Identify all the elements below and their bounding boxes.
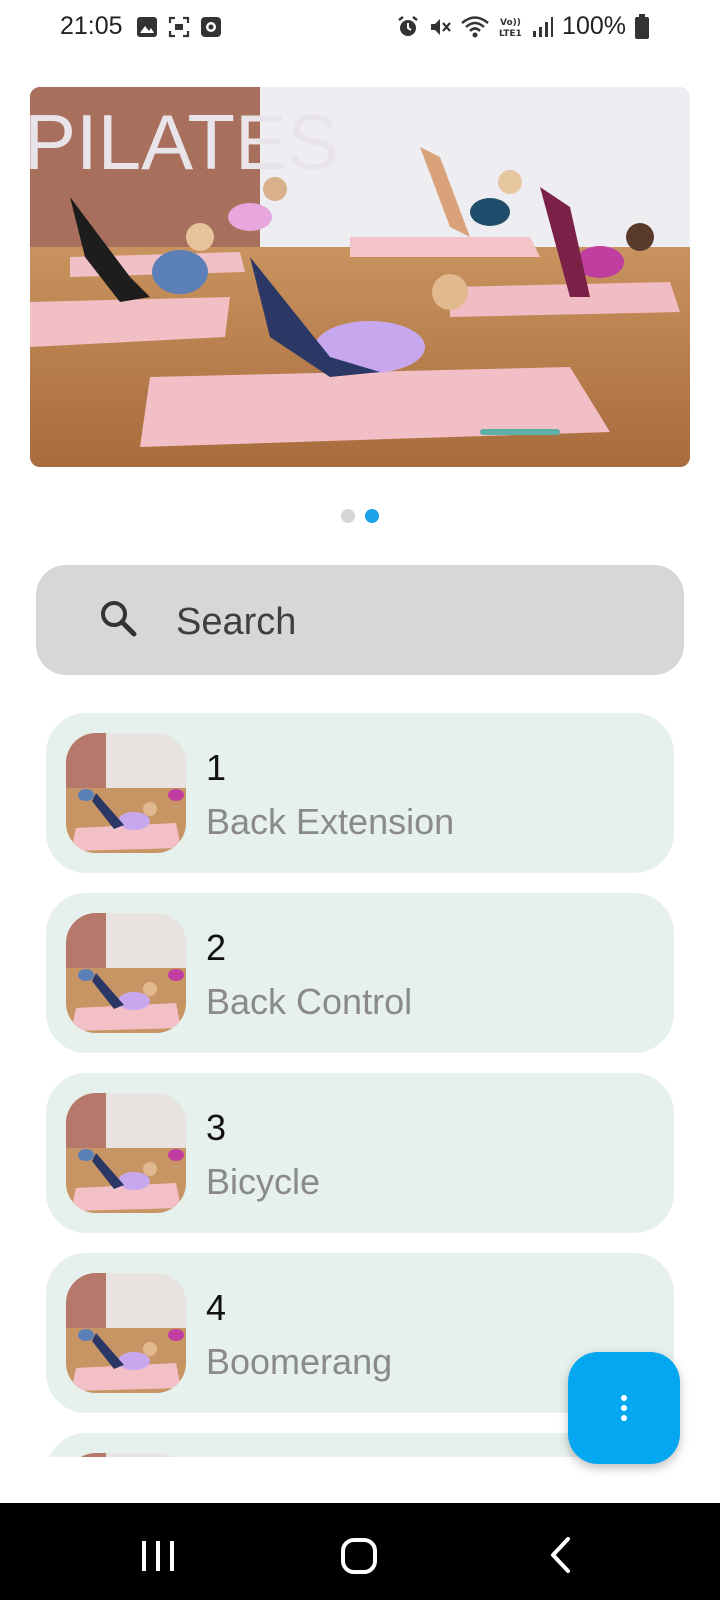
search-input[interactable]: Search xyxy=(176,601,296,644)
carousel-dot-1[interactable] xyxy=(341,509,355,523)
exercise-number: 3 xyxy=(206,1107,227,1148)
signal-icon xyxy=(533,16,554,37)
volte-icon: Vo))LTE1 xyxy=(499,18,522,39)
status-left-icons xyxy=(136,16,222,38)
carousel-indicator xyxy=(0,509,720,523)
list-item[interactable]: 2 Back Control xyxy=(46,893,674,1053)
exercise-thumbnail xyxy=(66,1093,186,1213)
exercise-thumbnail xyxy=(66,733,186,853)
exercise-number: 2 xyxy=(206,927,227,968)
home-icon[interactable] xyxy=(340,1537,378,1575)
more-vertical-icon xyxy=(621,1395,627,1421)
banner-text: PILATES xyxy=(30,98,339,186)
status-time: 21:05 xyxy=(60,12,123,40)
list-item[interactable]: 3 Bicycle xyxy=(46,1073,674,1233)
exercise-thumbnail xyxy=(66,1453,186,1457)
banner-image: PILATES xyxy=(30,87,690,467)
status-bar: 21:05 Vo)) LTE1 100% xyxy=(0,0,720,56)
image-icon xyxy=(137,17,157,37)
app-notification-icon xyxy=(201,17,221,37)
svg-text:LTE1: LTE1 xyxy=(499,29,522,39)
screenshot-icon xyxy=(168,16,190,38)
back-icon[interactable] xyxy=(548,1536,572,1574)
battery-icon xyxy=(635,13,649,39)
wifi-icon xyxy=(461,15,489,37)
exercise-thumbnail xyxy=(66,1273,186,1393)
exercise-number: 1 xyxy=(206,747,227,788)
exercise-thumbnail xyxy=(66,913,186,1033)
battery-percentage: 100% xyxy=(562,12,626,40)
system-navigation-bar xyxy=(0,1503,720,1600)
banner-carousel[interactable]: PILATES xyxy=(30,87,690,467)
svg-text:Vo)): Vo)) xyxy=(500,18,521,28)
search-icon xyxy=(101,601,137,637)
status-right: Vo)) LTE1 100% xyxy=(396,12,650,41)
exercise-name: Back Control xyxy=(206,981,413,1022)
exercise-name: Boomerang xyxy=(206,1341,393,1382)
alarm-icon xyxy=(398,15,418,36)
recent-apps-icon[interactable] xyxy=(140,1539,176,1573)
exercise-list[interactable]: 1 Back Extension 2 Back Control 3 Bicycl… xyxy=(46,713,674,1457)
carousel-dot-2-active[interactable] xyxy=(365,509,379,523)
list-item[interactable]: 1 Back Extension xyxy=(46,713,674,873)
exercise-name: Bicycle xyxy=(206,1161,321,1202)
search-bar[interactable]: Search xyxy=(36,565,684,675)
exercise-name: Back Extension xyxy=(206,801,455,842)
more-options-fab[interactable] xyxy=(568,1352,680,1464)
exercise-number: 4 xyxy=(206,1287,227,1328)
mute-icon xyxy=(431,18,451,35)
